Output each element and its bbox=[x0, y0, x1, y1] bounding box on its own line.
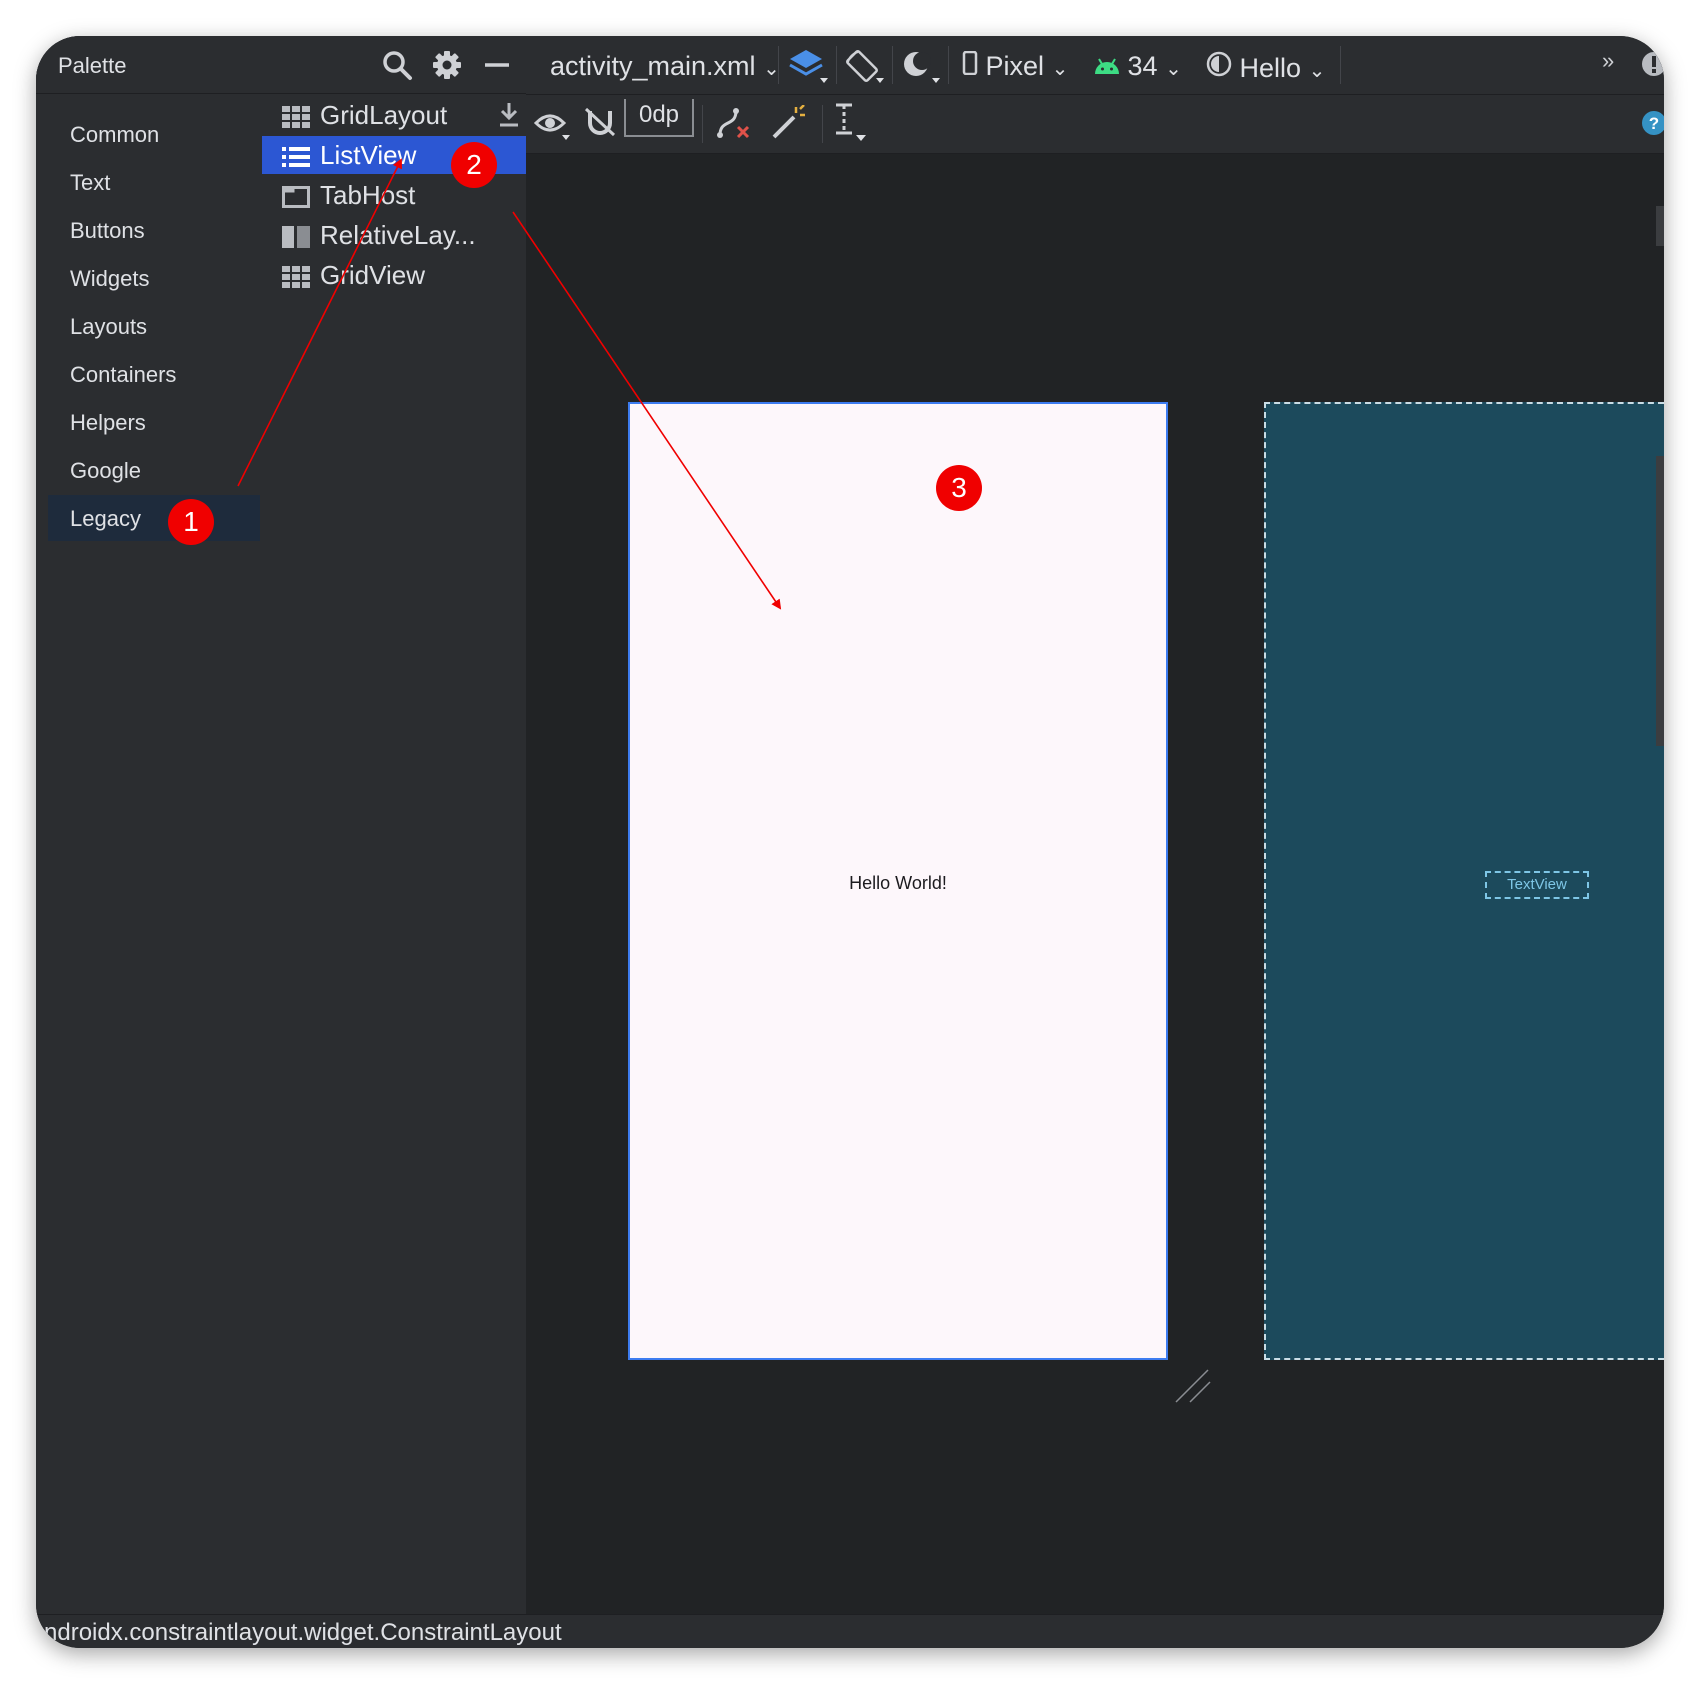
magic-wand-icon[interactable] bbox=[770, 104, 806, 146]
annotation-badge-1: 1 bbox=[168, 499, 214, 545]
palette-title: Palette bbox=[58, 53, 127, 78]
annotation-badge-3: 3 bbox=[936, 465, 982, 511]
category-label: Google bbox=[70, 458, 141, 483]
category-label: Legacy bbox=[70, 506, 141, 531]
chevron-down-icon: ⌄ bbox=[1308, 60, 1326, 82]
download-icon[interactable] bbox=[498, 102, 520, 135]
category-text[interactable]: Text bbox=[48, 159, 260, 205]
tab-icon bbox=[282, 184, 310, 208]
resize-handle-icon[interactable] bbox=[1174, 1366, 1214, 1411]
annotation-badge-2: 2 bbox=[451, 142, 497, 188]
design-toolbar-secondary: 0dp ? bbox=[526, 95, 1664, 154]
status-bar: ndroidx.constraintlayout.widget.Constrai… bbox=[36, 1614, 1664, 1648]
night-mode-icon[interactable] bbox=[900, 48, 940, 91]
category-label: Helpers bbox=[70, 410, 146, 435]
list-icon bbox=[282, 144, 310, 167]
palette-item-label: ListView bbox=[320, 140, 417, 170]
chevron-down-icon: ⌄ bbox=[1051, 58, 1069, 80]
magnet-off-icon[interactable] bbox=[584, 105, 618, 144]
minimize-icon[interactable] bbox=[480, 48, 514, 82]
guidelines-icon[interactable] bbox=[832, 101, 872, 148]
category-label: Text bbox=[70, 170, 111, 195]
palette-item-gridlayout[interactable]: GridLayout bbox=[262, 96, 526, 134]
palette-header: Palette bbox=[36, 36, 526, 94]
category-containers[interactable]: Containers bbox=[48, 351, 260, 397]
grid-icon bbox=[282, 104, 310, 128]
toolbar-separator bbox=[1340, 46, 1341, 84]
hello-textview[interactable]: Hello World! bbox=[630, 873, 1166, 894]
palette-item-relativelayout[interactable]: RelativeLay... bbox=[262, 216, 526, 254]
grid-icon bbox=[282, 264, 310, 288]
toolbar-separator bbox=[948, 46, 949, 84]
textview-blueprint[interactable]: TextView bbox=[1485, 871, 1589, 899]
category-label: Buttons bbox=[70, 218, 145, 243]
chevron-down-icon: ⌄ bbox=[1165, 58, 1182, 80]
palette-item-label: RelativeLay... bbox=[320, 220, 476, 250]
gear-icon[interactable] bbox=[430, 48, 464, 82]
palette-item-gridview[interactable]: GridView bbox=[262, 256, 526, 294]
scrollbar-thumb[interactable] bbox=[1656, 456, 1664, 746]
view-options-icon[interactable] bbox=[533, 105, 574, 148]
rotate-icon[interactable] bbox=[844, 48, 884, 91]
toolbar-separator bbox=[822, 105, 823, 143]
category-label: Common bbox=[70, 122, 160, 147]
category-buttons[interactable]: Buttons bbox=[48, 207, 260, 253]
relative-layout-icon bbox=[282, 224, 310, 248]
palette-panel: Palette Common Text Buttons Widgets Layo… bbox=[36, 36, 526, 1614]
file-dropdown[interactable]: activity_main.xml ⌄ bbox=[550, 51, 780, 82]
category-layouts[interactable]: Layouts bbox=[48, 303, 260, 349]
theme-icon bbox=[1206, 51, 1232, 83]
category-common[interactable]: Common bbox=[48, 111, 260, 157]
toolbar-separator bbox=[778, 46, 779, 84]
overflow-chevrons-icon[interactable]: » bbox=[1602, 48, 1614, 74]
help-icon[interactable]: ? bbox=[1640, 109, 1664, 142]
layers-icon[interactable] bbox=[788, 48, 828, 91]
device-name: Pixel bbox=[985, 51, 1045, 81]
toolbar-separator bbox=[702, 105, 703, 143]
category-label: Containers bbox=[70, 362, 177, 387]
blueprint-surface[interactable]: TextView bbox=[1264, 402, 1664, 1360]
phone-icon bbox=[962, 50, 978, 81]
scrollbar-thumb[interactable] bbox=[1656, 206, 1664, 246]
theme-name: Hello bbox=[1239, 53, 1302, 83]
search-icon[interactable] bbox=[380, 48, 414, 82]
api-level-dropdown[interactable]: 34 ⌄ bbox=[1094, 51, 1182, 82]
warning-icon[interactable] bbox=[1640, 50, 1664, 83]
design-surface[interactable]: Hello World! bbox=[628, 402, 1168, 1360]
palette-item-label: GridLayout bbox=[320, 100, 448, 130]
category-label: Layouts bbox=[70, 314, 148, 339]
toolbar-separator bbox=[892, 46, 893, 84]
ide-window: Palette Common Text Buttons Widgets Layo… bbox=[36, 36, 1664, 1648]
palette-item-label: GridView bbox=[320, 260, 426, 290]
svg-text:?: ? bbox=[1649, 114, 1659, 133]
android-icon bbox=[1094, 51, 1120, 81]
palette-item-label: TabHost bbox=[320, 180, 416, 210]
clear-constraints-icon[interactable] bbox=[716, 105, 752, 146]
design-toolbar: activity_main.xml ⌄ Pixel ⌄ 34 ⌄ Hello ⌄… bbox=[526, 36, 1664, 95]
theme-dropdown[interactable]: Hello ⌄ bbox=[1206, 51, 1325, 84]
category-widgets[interactable]: Widgets bbox=[48, 255, 260, 301]
file-name: activity_main.xml bbox=[550, 51, 756, 81]
toolbar-separator bbox=[836, 46, 837, 84]
default-margin-field[interactable]: 0dp bbox=[624, 99, 694, 137]
category-legacy[interactable]: Legacy bbox=[48, 495, 260, 541]
device-dropdown[interactable]: Pixel ⌄ bbox=[962, 50, 1069, 82]
category-google[interactable]: Google bbox=[48, 447, 260, 493]
category-label: Widgets bbox=[70, 266, 150, 291]
api-level: 34 bbox=[1127, 51, 1158, 81]
category-helpers[interactable]: Helpers bbox=[48, 399, 260, 445]
component-path[interactable]: ndroidx.constraintlayout.widget.Constrai… bbox=[44, 1619, 562, 1647]
